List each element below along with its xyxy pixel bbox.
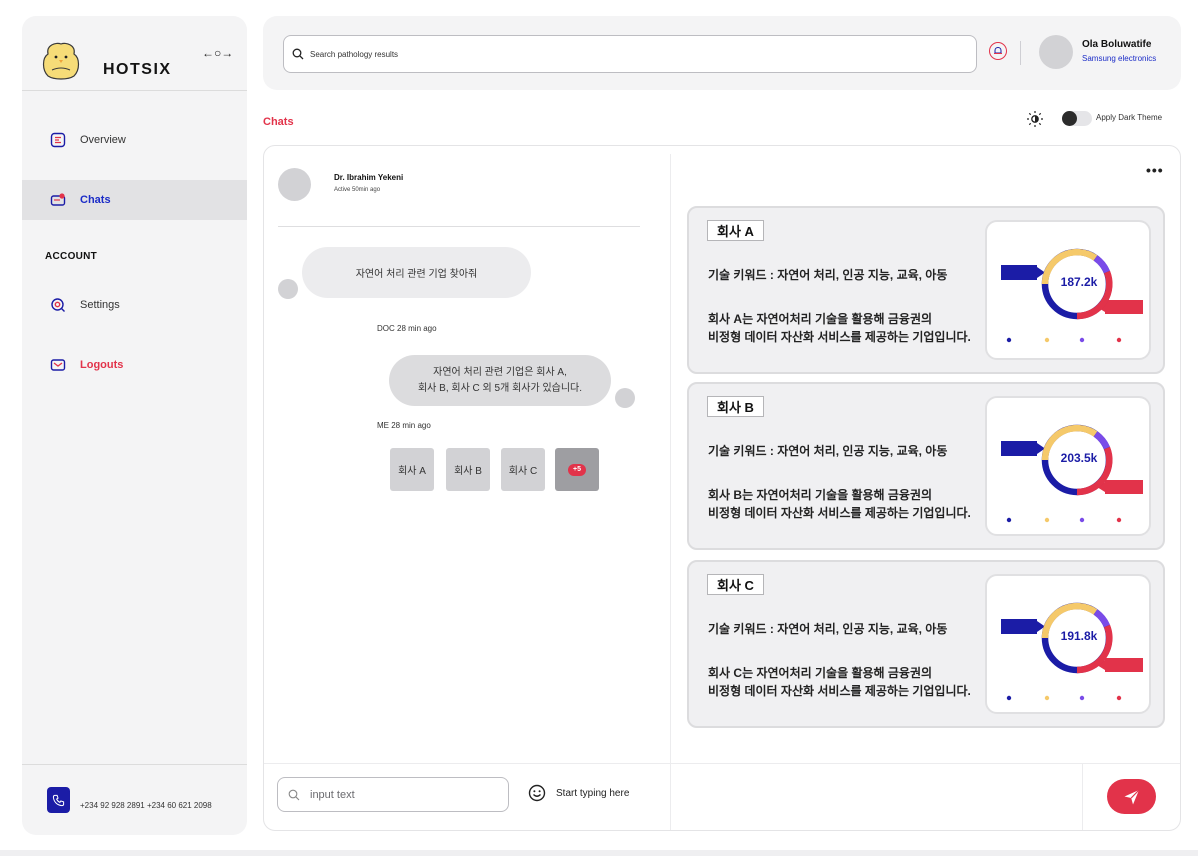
company-chart: 191.8k — [985, 574, 1151, 714]
contact-name: Dr. Ibrahim Yekeni — [334, 173, 404, 182]
sidebar-footer: +234 92 928 2891 +234 60 621 2098 — [22, 764, 247, 835]
sidebar-item-settings[interactable]: Settings — [22, 285, 247, 325]
company-description: 회사 A는 자연어처리 기술을 활용해 금융권의 비정형 데이터 자산화 서비스… — [708, 310, 971, 346]
panel-divider-vertical — [670, 154, 671, 830]
section-title-account: ACCOUNT — [45, 251, 98, 262]
phone-icon[interactable] — [47, 787, 70, 813]
chat-panel: Dr. Ibrahim Yekeni Active 50min ago 자연어 … — [263, 145, 1181, 831]
sun-icon[interactable] — [1026, 110, 1044, 128]
company-chip-a[interactable]: 회사 A — [390, 448, 434, 491]
sidebar-item-label: Logouts — [80, 359, 124, 371]
description-line: 회사 A는 자연어처리 기술을 활용해 금융권의 — [708, 312, 933, 326]
description-line: 비정형 데이터 자산화 서비스를 제공하는 기업입니다. — [708, 684, 971, 698]
contact-avatar[interactable] — [278, 168, 311, 201]
send-divider — [1082, 764, 1083, 830]
message-input[interactable] — [310, 788, 480, 801]
search-icon — [292, 48, 304, 60]
company-tag: 회사 A — [707, 220, 764, 241]
top-bar: Ola Boluwatife Samsung electronics — [263, 16, 1181, 90]
donut-chart-graphic — [1001, 248, 1143, 343]
company-chip-b[interactable]: 회사 B — [446, 448, 490, 491]
message-line: 회사 B, 회사 C 외 5개 회사가 있습니다. — [417, 382, 583, 394]
user-name: Ola Boluwatife — [1082, 39, 1152, 50]
page-title: Chats — [263, 116, 294, 128]
typing-hint: Start typing here — [556, 788, 630, 799]
send-button[interactable] — [1107, 779, 1156, 814]
logo-row: HOTSIX ←○→ — [22, 16, 247, 91]
collapse-expand-icon[interactable]: ←○→ — [202, 46, 233, 60]
dark-theme-toggle[interactable] — [1062, 111, 1092, 126]
donut-chart-graphic — [1001, 602, 1143, 701]
company-tag: 회사 B — [707, 396, 764, 417]
overview-icon — [50, 132, 66, 148]
brand-name: HOTSIX — [103, 61, 172, 78]
message-input-box[interactable] — [277, 777, 509, 812]
message-line: 자연어 처리 관련 기업은 회사 A, — [433, 366, 567, 378]
settings-icon — [51, 298, 65, 312]
sidebar-item-logouts[interactable]: Logouts — [22, 345, 247, 385]
description-line: 회사 B는 자연어처리 기술을 활용해 금융권의 — [708, 488, 933, 502]
sidebar: HOTSIX ←○→ Overview Chats ACCOUNT Settin… — [22, 16, 247, 835]
emoji-icon[interactable] — [528, 784, 546, 802]
sender-avatar — [615, 388, 635, 408]
search-input[interactable] — [310, 49, 910, 59]
message-meta: DOC 28 min ago — [377, 324, 437, 333]
chick-logo-icon — [42, 42, 80, 80]
chart-center-value: 191.8k — [1060, 629, 1098, 643]
more-options-icon[interactable]: ••• — [1146, 162, 1164, 178]
company-chart: 187.2k — [985, 220, 1151, 360]
company-description: 회사 C는 자연어처리 기술을 활용해 금융권의 비정형 데이터 자산화 서비스… — [708, 664, 971, 700]
company-card-c[interactable]: 회사 C 기술 키워드 : 자연어 처리, 인공 지능, 교육, 아동 회사 C… — [687, 560, 1165, 728]
company-keywords: 기술 키워드 : 자연어 처리, 인공 지능, 교육, 아동 — [708, 622, 948, 636]
send-icon — [1124, 789, 1139, 804]
message-bubble-incoming: 자연어 처리 관련 기업 찾아줘 — [302, 247, 531, 298]
company-keywords: 기술 키워드 : 자연어 처리, 인공 지능, 교육, 아동 — [708, 444, 948, 458]
search-box[interactable] — [283, 35, 977, 73]
description-line: 비정형 데이터 자산화 서비스를 제공하는 기업입니다. — [708, 330, 971, 344]
contact-status: Active 50min ago — [334, 187, 381, 193]
sender-avatar — [278, 279, 298, 299]
bell-icon[interactable] — [989, 42, 1007, 60]
dark-theme-label: Apply Dark Theme — [1096, 113, 1163, 122]
more-count-badge: +5 — [568, 463, 586, 476]
chats-icon — [50, 193, 66, 206]
logout-icon — [50, 359, 66, 371]
chart-center-value: 203.5k — [1060, 451, 1098, 465]
more-companies-chip[interactable]: +5 — [555, 448, 599, 491]
search-icon — [288, 789, 300, 800]
company-tag: 회사 C — [707, 574, 764, 595]
sidebar-item-label: Settings — [80, 299, 120, 311]
message-meta: ME 28 min ago — [377, 421, 431, 430]
company-chart: 203.5k — [985, 396, 1151, 536]
sidebar-item-overview[interactable]: Overview — [22, 120, 247, 160]
conversation-divider — [278, 226, 640, 227]
company-description: 회사 B는 자연어처리 기술을 활용해 금융권의 비정형 데이터 자산화 서비스… — [708, 486, 971, 522]
company-chip-c[interactable]: 회사 C — [501, 448, 545, 491]
panel-divider-horizontal — [264, 763, 1180, 764]
avatar[interactable] — [1039, 35, 1073, 69]
description-line: 회사 C는 자연어처리 기술을 활용해 금융권의 — [708, 666, 933, 680]
company-card-b[interactable]: 회사 B 기술 키워드 : 자연어 처리, 인공 지능, 교육, 아동 회사 B… — [687, 382, 1165, 550]
bottom-strip — [0, 850, 1198, 856]
donut-chart-graphic — [1001, 424, 1143, 523]
company-card-a[interactable]: 회사 A 기술 키워드 : 자연어 처리, 인공 지능, 교육, 아동 회사 A… — [687, 206, 1165, 374]
sidebar-item-label: Overview — [80, 134, 126, 146]
user-company: Samsung electronics — [1082, 54, 1157, 63]
sidebar-item-chats[interactable]: Chats — [22, 180, 247, 220]
message-bubble-outgoing: 자연어 처리 관련 기업은 회사 A, 회사 B, 회사 C 외 5개 회사가 … — [389, 355, 611, 406]
sidebar-item-label: Chats — [80, 194, 111, 206]
chart-center-value: 187.2k — [1060, 275, 1098, 289]
contact-phone-numbers: +234 92 928 2891 +234 60 621 2098 — [80, 801, 212, 810]
description-line: 비정형 데이터 자산화 서비스를 제공하는 기업입니다. — [708, 506, 971, 520]
topbar-divider — [1020, 41, 1021, 65]
company-keywords: 기술 키워드 : 자연어 처리, 인공 지능, 교육, 아동 — [708, 268, 948, 282]
toggle-knob — [1062, 111, 1077, 126]
